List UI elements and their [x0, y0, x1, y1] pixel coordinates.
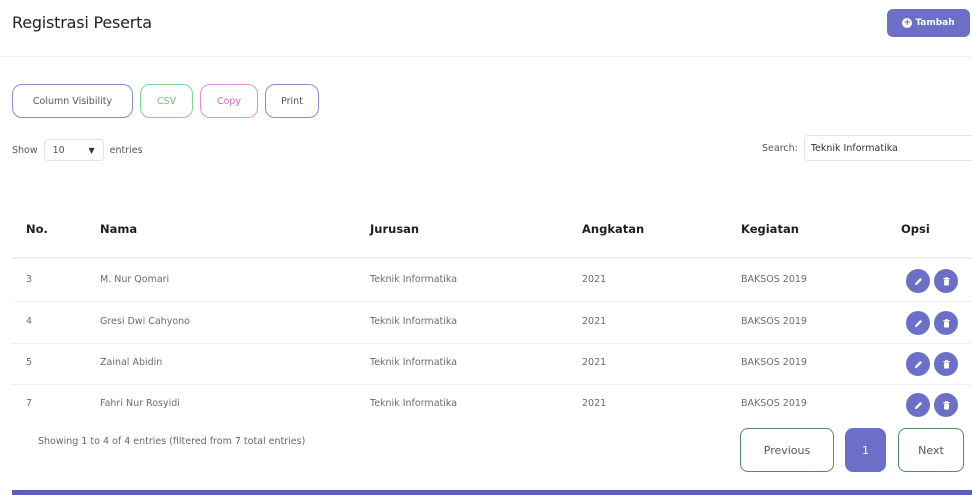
cell-nama: Gresi Dwi Cahyono — [100, 316, 190, 327]
bottom-accent-bar — [12, 490, 972, 495]
edit-button[interactable] — [906, 269, 930, 293]
cell-kegiatan: BAKSOS 2019 — [741, 357, 807, 368]
column-header-angkatan[interactable]: Angkatan — [582, 222, 644, 236]
column-header-kegiatan[interactable]: Kegiatan — [741, 222, 799, 236]
delete-button[interactable] — [934, 352, 958, 376]
cell-angkatan: 2021 — [582, 357, 607, 368]
add-button-label: Tambah — [915, 18, 955, 28]
cell-angkatan: 2021 — [582, 274, 607, 285]
pencil-icon — [914, 401, 922, 409]
cell-kegiatan: BAKSOS 2019 — [741, 316, 807, 327]
search-input[interactable] — [803, 135, 972, 161]
delete-button[interactable] — [934, 311, 958, 335]
search-label: Search: — [762, 142, 798, 154]
entries-select[interactable]: 10 ▼ — [43, 139, 104, 161]
trash-icon — [942, 276, 950, 286]
edit-button[interactable] — [906, 352, 930, 376]
next-page-button[interactable]: Next — [898, 428, 964, 472]
table-row: 5 Zainal Abidin Teknik Informatika 2021 … — [0, 343, 972, 384]
cell-jurusan: Teknik Informatika — [370, 357, 458, 368]
header-divider — [0, 56, 972, 57]
csv-button[interactable]: CSV — [140, 84, 193, 118]
table-row: 7 Fahri Nur Rosyidi Teknik Informatika 2… — [0, 384, 972, 425]
pencil-icon — [914, 319, 922, 327]
column-header-no[interactable]: No. — [26, 222, 48, 236]
trash-icon — [942, 359, 950, 369]
trash-icon — [942, 400, 950, 410]
column-header-opsi: Opsi — [901, 222, 930, 236]
delete-button[interactable] — [934, 269, 958, 293]
cell-jurusan: Teknik Informatika — [370, 316, 458, 327]
edit-button[interactable] — [906, 311, 930, 335]
cell-kegiatan: BAKSOS 2019 — [741, 398, 807, 409]
cell-nama: Fahri Nur Rosyidi — [100, 398, 180, 409]
previous-page-button[interactable]: Previous — [740, 428, 834, 472]
cell-no: 3 — [26, 274, 33, 285]
chevron-down-icon: ▼ — [88, 145, 95, 155]
delete-button[interactable] — [934, 393, 958, 417]
cell-jurusan: Teknik Informatika — [370, 274, 458, 285]
length-control: Show 10 ▼ entries — [12, 139, 143, 161]
trash-icon — [942, 318, 950, 328]
cell-nama: Zainal Abidin — [100, 357, 163, 368]
table-row: 3 M. Nur Qomari Teknik Informatika 2021 … — [0, 260, 972, 301]
show-label: Show — [12, 144, 38, 156]
table-row: 4 Gresi Dwi Cahyono Teknik Informatika 2… — [0, 302, 972, 343]
add-button[interactable]: + Tambah — [887, 9, 970, 37]
plus-circle-icon: + — [902, 18, 913, 28]
edit-button[interactable] — [906, 393, 930, 417]
table-info: Showing 1 to 4 of 4 entries (filtered fr… — [38, 436, 306, 447]
cell-nama: M. Nur Qomari — [100, 274, 170, 285]
table-header-divider — [12, 257, 972, 259]
entries-label: entries — [109, 144, 143, 156]
page-title: Registrasi Peserta — [12, 13, 152, 32]
copy-button[interactable]: Copy — [200, 84, 258, 118]
search-control: Search: — [762, 135, 972, 161]
cell-no: 7 — [26, 398, 33, 409]
page-1-button[interactable]: 1 — [845, 428, 886, 472]
entries-select-value: 10 — [52, 144, 65, 156]
cell-kegiatan: BAKSOS 2019 — [741, 274, 807, 285]
cell-no: 4 — [26, 316, 33, 327]
column-header-jurusan[interactable]: Jurusan — [370, 222, 419, 236]
cell-angkatan: 2021 — [582, 316, 607, 327]
cell-jurusan: Teknik Informatika — [370, 398, 458, 409]
print-button[interactable]: Print — [265, 84, 319, 118]
cell-no: 5 — [26, 357, 33, 368]
pencil-icon — [914, 360, 922, 368]
cell-angkatan: 2021 — [582, 398, 607, 409]
column-header-nama[interactable]: Nama — [100, 222, 137, 236]
pencil-icon — [914, 277, 922, 285]
column-visibility-button[interactable]: Column Visibility — [12, 84, 133, 118]
